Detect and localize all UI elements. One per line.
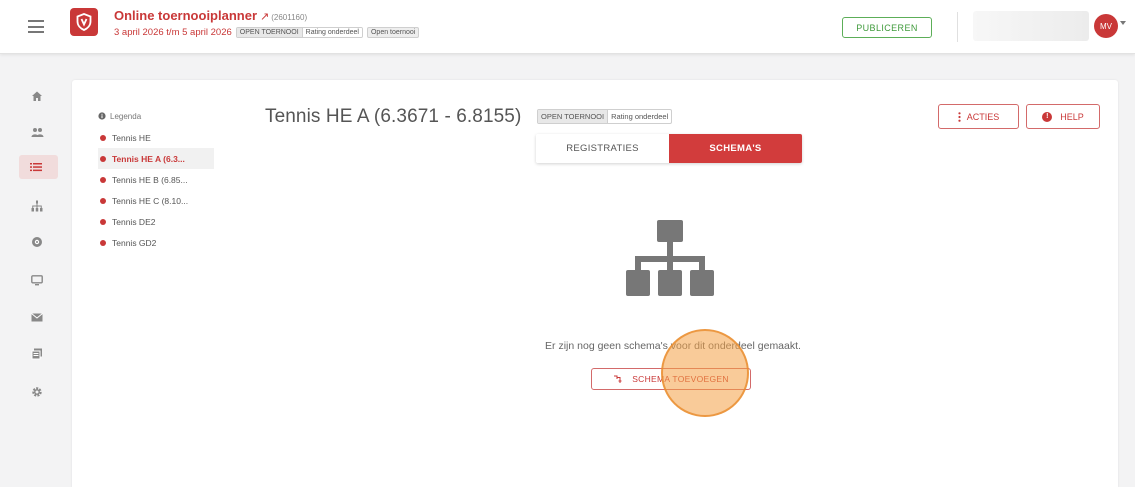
legend-item-tennis-he[interactable]: Tennis HE (98, 127, 214, 148)
home-icon (32, 91, 42, 101)
legend-item-tennis-he-b[interactable]: Tennis HE B (6.85... (98, 169, 214, 190)
chevron-down-icon[interactable] (1120, 21, 1126, 25)
app-id: (2601160) (271, 13, 308, 22)
add-schema-icon (614, 375, 622, 383)
actions-button[interactable]: ACTIES (938, 104, 1019, 129)
sidebar-item-mail[interactable] (20, 305, 57, 329)
legend-item-tennis-he-c[interactable]: Tennis HE C (8.10... (98, 190, 214, 211)
chip-tournament-type: Open toernooi (366, 27, 420, 38)
sidebar-item-draws[interactable] (20, 194, 57, 218)
help-button[interactable]: ! HELP (1026, 104, 1100, 129)
publish-button[interactable]: PUBLICEREN (842, 17, 932, 38)
tournament-dates-row: 3 april 2026 t/m 5 april 2026 OPEN TOERN… (114, 27, 420, 38)
sidebar-item-home[interactable] (20, 84, 57, 108)
info-icon (98, 112, 106, 120)
sidebar-item-settings[interactable] (20, 380, 57, 404)
legend-item-label: Tennis GD2 (112, 237, 157, 248)
page-title: Tennis HE A (6.3671 - 6.8155) (265, 106, 522, 127)
event-dot-icon (100, 239, 106, 246)
sidebar-item-results[interactable] (20, 230, 57, 254)
legend-item-label: Tennis HE A (6.3... (112, 153, 185, 164)
add-schema-button[interactable]: SCHEMA TOEVOEGEN (591, 368, 751, 390)
event-dot-icon (100, 218, 106, 225)
user-name-area[interactable] (973, 11, 1089, 41)
alert-icon: ! (1042, 111, 1053, 122)
tournament-dates: 3 april 2026 t/m 5 april 2026 (114, 27, 232, 38)
bracket-icon (31, 200, 43, 212)
chip-open-tournament: OPEN TOERNOOI (538, 110, 609, 123)
legend-title-text: Legenda (110, 111, 142, 121)
app-title[interactable]: Online toernooiplanner ↗ (2601160) (114, 8, 307, 23)
sidebar-item-events[interactable] (19, 155, 58, 179)
legend-item-tennis-de2[interactable]: Tennis DE2 (98, 211, 214, 232)
top-header: Online toernooiplanner ↗ (2601160) 3 april… (0, 0, 1135, 54)
event-dot-icon (100, 134, 106, 141)
sidebar-item-players[interactable] (20, 120, 57, 144)
header-divider (957, 12, 958, 42)
legend-item-label: Tennis HE C (8.10... (112, 195, 189, 206)
avatar[interactable]: MV (1094, 14, 1118, 38)
legend-item-label: Tennis HE (112, 132, 151, 143)
event-dot-icon (100, 176, 106, 183)
legend-item-tennis-he-a[interactable]: Tennis HE A (6.3... (98, 148, 214, 169)
event-legend: Legenda Tennis HE Tennis HE A (6.3... Te… (98, 110, 214, 253)
mail-icon (31, 312, 43, 321)
more-vertical-icon (958, 111, 961, 122)
tab-registraties[interactable]: REGISTRATIES (536, 134, 669, 163)
monitor-icon (31, 274, 43, 285)
event-status-chips: OPEN TOERNOOI Rating onderdeel (537, 109, 673, 124)
settings-icon (32, 387, 42, 397)
legend-item-label: Tennis HE B (6.85... (112, 174, 188, 185)
event-dot-icon (100, 197, 106, 204)
users-icon (31, 128, 44, 137)
tournament-bracket-icon (626, 220, 714, 296)
legend-item-tennis-gd2[interactable]: Tennis GD2 (98, 232, 214, 253)
actions-button-label: ACTIES (966, 111, 1000, 122)
header-status-chips: OPEN TOERNOOI Rating onderdeel (235, 27, 363, 38)
view-tabs: REGISTRATIES SCHEMA'S (536, 134, 802, 163)
list-icon (30, 163, 42, 172)
help-button-label: HELP (1060, 111, 1084, 122)
tab-schemas[interactable]: SCHEMA'S (669, 134, 802, 163)
target-icon (32, 237, 42, 247)
sidebar-item-display[interactable] (20, 268, 57, 292)
chip-rating: Rating onderdeel (302, 28, 362, 37)
external-link-icon[interactable]: ↗ (260, 10, 269, 23)
chip-open-tournament: OPEN TOERNOOI (236, 28, 303, 37)
hamburger-menu-icon[interactable] (28, 20, 44, 33)
empty-state-message: Er zijn nog geen schema's voor dit onder… (545, 340, 801, 352)
chip-rating: Rating onderdeel (611, 112, 669, 121)
app-logo-shield-icon[interactable] (70, 8, 98, 36)
app-title-text[interactable]: Online toernooiplanner (114, 8, 257, 23)
legend-title: Legenda (98, 110, 214, 122)
legend-item-label: Tennis DE2 (112, 216, 156, 227)
add-schema-label: SCHEMA TOEVOEGEN (632, 374, 729, 384)
event-dot-icon (100, 155, 106, 162)
